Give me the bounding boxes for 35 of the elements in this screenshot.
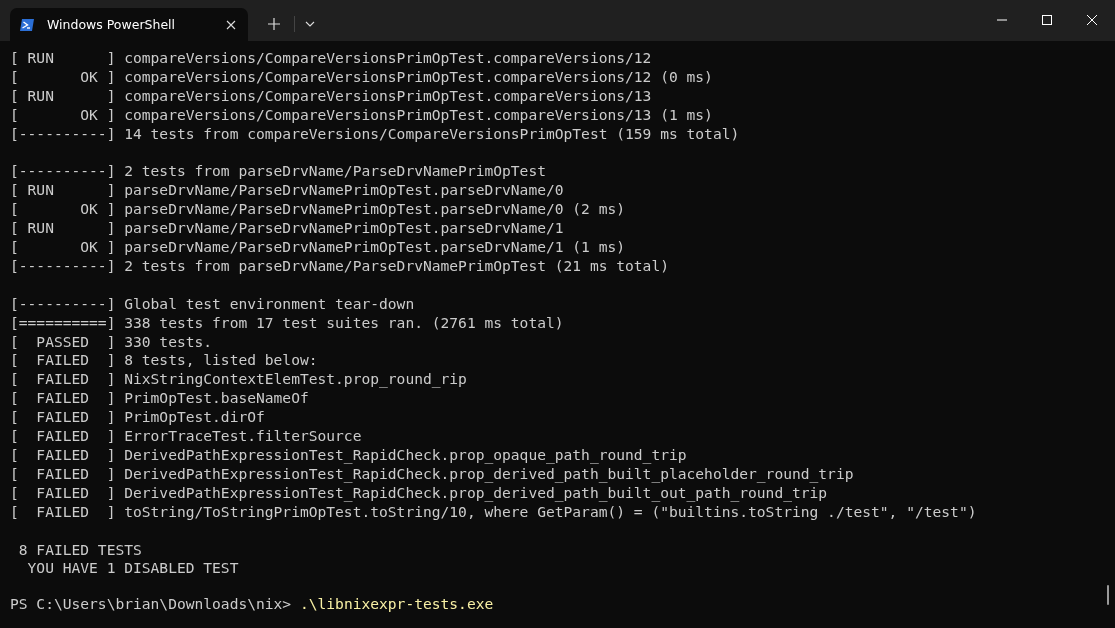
output-line: [==========] 338 tests from 17 test suites ran. (2761 ms total) — [10, 313, 565, 333]
output-line: [ FAILED ] DerivedPathExpressionTest_RapidCheck.prop_derived_path_built_out_path_round_trip — [10, 483, 829, 503]
output-line: [ RUN ] compareVersions/CompareVersionsPrimOpTest.compareVersions/13 — [10, 86, 653, 106]
output-line: [ OK ] compareVersions/CompareVersionsPrimOpTest.compareVersions/12 (0 ms) — [10, 67, 714, 87]
output-line: [ OK ] compareVersions/CompareVersionsPrimOpTest.compareVersions/13 (1 ms) — [10, 105, 714, 125]
scrollbar[interactable] — [1107, 585, 1109, 605]
output-line: [ PASSED ] 330 tests. — [10, 332, 214, 352]
close-icon[interactable] — [226, 19, 236, 30]
tab-title: Windows PowerShell — [47, 17, 177, 32]
output-line: YOU HAVE 1 DISABLED TEST — [26, 559, 240, 579]
output-line: [ FAILED ] PrimOpTest.baseNameOf — [10, 389, 310, 409]
output-line: [ FAILED ] NixStringContextElemTest.prop_round_rip — [10, 370, 468, 390]
output-line: [ FAILED ] ErrorTraceTest.filterSource — [10, 427, 363, 446]
output-line: [ OK ] parseDrvName/ParseDrvNamePrimOpTest.parseDrvName/0 (2 ms) — [10, 200, 627, 220]
output-line: [ FAILED ] 8 tests, listed below: — [10, 351, 319, 371]
command-text: .\libnixexpr-tests.exe — [299, 595, 494, 615]
output-line: [----------] Global test environment tear-down — [10, 294, 416, 314]
new-tab-icon[interactable] — [268, 18, 280, 30]
powershell-icon — [19, 16, 35, 33]
output-line: [ RUN ] parseDrvName/ParseDrvNamePrimOpTest.parseDrvName/0 — [10, 181, 565, 201]
output-line: [ RUN ] compareVersions/CompareVersionsPrimOpTest.compareVersions/12 — [10, 49, 653, 68]
prompt-text: PS C:\Users\brian\Downloads\nix> — [10, 595, 293, 615]
output-line: 8 FAILED TESTS — [17, 540, 143, 560]
output-line: [ FAILED ] DerivedPathExpressionTest_RapidCheck.prop_opaque_path_round_trip — [10, 446, 688, 465]
output-line: [ RUN ] parseDrvName/ParseDrvNamePrimOpTest.parseDrvName/1 — [10, 219, 565, 239]
terminal-tab[interactable]: Windows PowerShell — [10, 8, 248, 41]
maximize-icon[interactable] — [1042, 15, 1052, 25]
output-line: [ FAILED ] toString/ToStringPrimOpTest.toString/10, where GetParam() = ("builtins.toString ./test", "/test") — [10, 502, 978, 522]
output-line: [ FAILED ] DerivedPathExpressionTest_RapidCheck.prop_derived_path_built_placeholder_round_trip — [10, 464, 855, 484]
output-line: [ FAILED ] PrimOpTest.dirOf — [10, 408, 266, 428]
output-line: [ OK ] parseDrvName/ParseDrvNamePrimOpTest.parseDrvName/1 (1 ms) — [10, 238, 627, 257]
output-line: [----------] 2 tests from parseDrvName/ParseDrvNamePrimOpTest (21 ms total) — [10, 256, 670, 276]
output-line: [----------] 14 tests from compareVersions/CompareVersionsPrimOpTest (159 ms total) — [10, 124, 741, 144]
caret-icon[interactable] — [305, 21, 315, 27]
output-line: [----------] 2 tests from parseDrvName/ParseDrvNamePrimOpTest — [10, 162, 547, 182]
